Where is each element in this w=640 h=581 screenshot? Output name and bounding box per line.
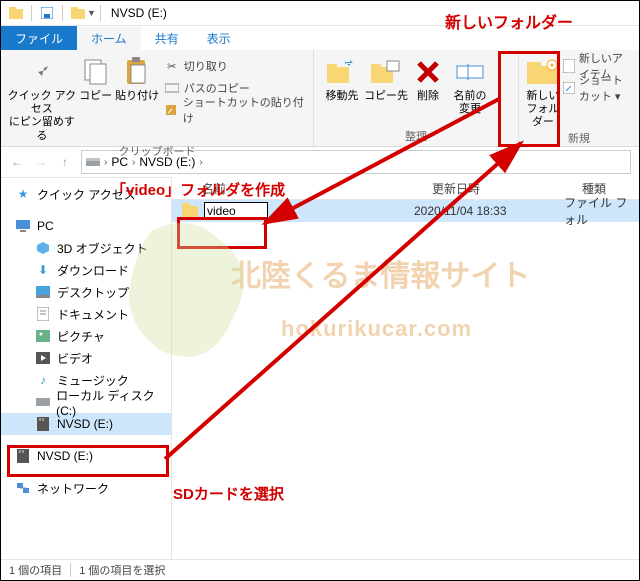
tab-home[interactable]: ホーム (77, 26, 141, 50)
ribbon: クイック アクセス にピン留めする コピー 貼り付け ✂切り取り パスのコピー … (1, 50, 639, 147)
copy-to-icon (370, 56, 402, 88)
nav-tree: ★クイック アクセス PC 3D オブジェクト ⬇ダウンロード デスクトップ ド… (1, 177, 172, 560)
rename-input[interactable] (204, 202, 268, 220)
status-selection: 1 個の項目を選択 (79, 562, 165, 578)
pc-icon (15, 218, 31, 234)
document-icon (35, 306, 51, 322)
copy-button[interactable]: コピー (77, 52, 115, 103)
tree-3d-objects[interactable]: 3D オブジェクト (1, 237, 171, 259)
file-row[interactable]: 2020/11/04 18:33 ファイル フォル (172, 200, 639, 222)
paste-button[interactable]: 貼り付け (114, 52, 159, 103)
folder-icon (182, 203, 198, 219)
star-icon: ★ (15, 186, 31, 202)
group-organize-label: 整理 (320, 128, 512, 146)
network-icon (15, 480, 31, 496)
shortcut-small-icon (563, 80, 575, 96)
tab-file[interactable]: ファイル (1, 26, 77, 50)
tree-desktop[interactable]: デスクトップ (1, 281, 171, 303)
file-date: 2020/11/04 18:33 (414, 204, 564, 218)
svg-text:✦: ✦ (549, 61, 556, 70)
ribbon-tabs: ファイル ホーム 共有 表示 (1, 26, 639, 50)
move-to-button[interactable]: 移動先 (320, 52, 364, 103)
video-icon (35, 350, 51, 366)
new-folder-icon: ✦ (527, 56, 559, 88)
pin-icon (26, 56, 58, 88)
status-item-count: 1 個の項目 (9, 562, 62, 578)
folder-icon (8, 5, 24, 21)
window-title: NVSD (E:) (111, 6, 167, 20)
tree-pictures[interactable]: ピクチャ (1, 325, 171, 347)
delete-button[interactable]: 削除 (408, 52, 448, 103)
sd-icon (15, 448, 31, 464)
delete-x-icon (412, 56, 444, 88)
tree-downloads[interactable]: ⬇ダウンロード (1, 259, 171, 281)
music-icon: ♪ (35, 372, 51, 388)
file-type: ファイル フォル (564, 194, 639, 228)
tree-pc[interactable]: PC (1, 215, 171, 237)
move-to-icon (326, 56, 358, 88)
folder-small-icon (70, 5, 86, 21)
title-bar: ▼ NVSD (E:) (1, 1, 639, 26)
tree-network[interactable]: ネットワーク (1, 477, 171, 499)
tree-local-c[interactable]: ローカル ディスク (C:) (1, 391, 171, 413)
pin-quick-access-button[interactable]: クイック アクセス にピン留めする (7, 52, 77, 143)
group-new-label: 新規 (525, 130, 633, 148)
tree-videos[interactable]: ビデオ (1, 347, 171, 369)
status-bar: 1 個の項目 1 個の項目を選択 (1, 559, 639, 580)
scissors-icon: ✂ (164, 58, 180, 74)
save-icon[interactable] (39, 5, 55, 21)
copy-icon (80, 56, 112, 88)
paste-shortcut-button[interactable]: ショートカットの貼り付け (164, 100, 307, 120)
cut-button[interactable]: ✂切り取り (164, 56, 307, 76)
tree-nvsd-e-root[interactable]: NVSD (E:) (1, 445, 171, 467)
rename-icon (454, 56, 486, 88)
drive-icon (35, 394, 50, 410)
tab-share[interactable]: 共有 (141, 26, 193, 50)
tree-quick-access[interactable]: ★クイック アクセス (1, 183, 171, 205)
path-icon (164, 80, 180, 96)
new-folder-button[interactable]: ✦ 新しい フォルダー (525, 52, 561, 130)
cube-icon (35, 240, 51, 256)
file-list: 名前 更新日時 種類 2020/11/04 18:33 ファイル フォル (172, 177, 639, 560)
chevron-down-icon[interactable]: ▼ (87, 8, 96, 18)
picture-icon (35, 328, 51, 344)
tab-view[interactable]: 表示 (193, 26, 245, 50)
new-item-icon (563, 58, 575, 74)
rename-button[interactable]: 名前の 変更 (448, 52, 492, 116)
column-date[interactable]: 更新日時 (432, 180, 582, 197)
copy-to-button[interactable]: コピー先 (364, 52, 408, 103)
group-clipboard-label: クリップボード (7, 143, 307, 161)
new-shortcut-button[interactable]: ショートカット ▾ (563, 78, 633, 98)
desktop-icon (35, 284, 51, 300)
download-icon: ⬇ (35, 262, 51, 278)
paste-icon (121, 56, 153, 88)
tree-documents[interactable]: ドキュメント (1, 303, 171, 325)
sd-icon (35, 416, 51, 432)
column-name[interactable]: 名前 (172, 180, 432, 197)
shortcut-icon (164, 102, 179, 118)
